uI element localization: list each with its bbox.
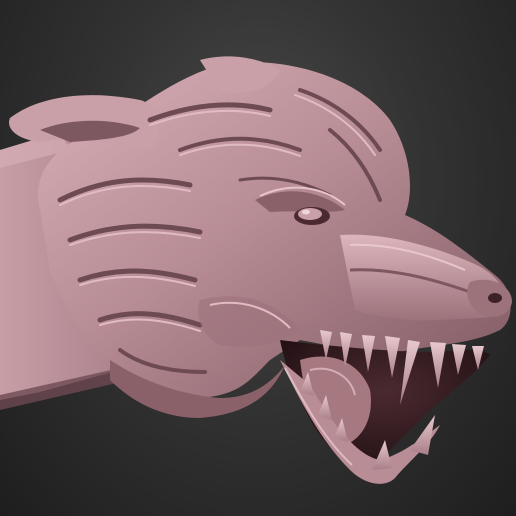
wolf-sculpt-render <box>0 56 512 484</box>
eye <box>294 207 330 225</box>
sculpt-viewport[interactable] <box>0 0 516 516</box>
